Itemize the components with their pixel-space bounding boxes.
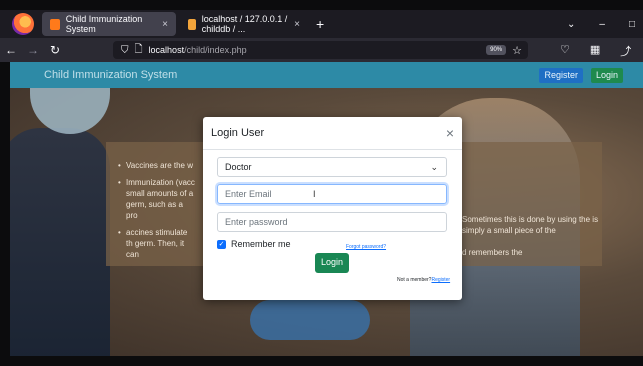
email-placeholder: Enter Email xyxy=(225,189,272,199)
tab-child-immunization[interactable]: Child Immunization System × xyxy=(42,12,176,36)
site-brand[interactable]: Child Immunization System xyxy=(44,69,177,81)
pocket-icon[interactable]: ♡ xyxy=(560,43,570,59)
member-text: Not a member?Register xyxy=(397,277,450,283)
register-link[interactable]: Register xyxy=(431,277,450,283)
email-input[interactable]: Enter Email I xyxy=(217,184,447,204)
url-host: localhost xyxy=(148,45,185,55)
close-icon[interactable]: × xyxy=(446,125,454,141)
tracking-shield-icon[interactable]: ⛉ xyxy=(121,45,129,56)
back-icon[interactable]: ← xyxy=(0,43,22,57)
register-button[interactable]: Register xyxy=(539,67,583,83)
url-path: /child/index.php xyxy=(184,45,247,55)
remember-me[interactable]: ✓ Remember me xyxy=(217,239,291,249)
info-fragment: Sometimes this is done by using the is s… xyxy=(462,215,599,235)
info-bullets: Vaccines are the w Immunization (vacc sm… xyxy=(106,142,196,260)
url-bar[interactable]: ⛉ 🗋 localhost /child/index.php 90% ☆ xyxy=(113,41,528,59)
role-select-value: Doctor xyxy=(225,162,252,172)
maximize-icon[interactable]: □ xyxy=(629,19,635,30)
zoom-indicator[interactable]: 90% xyxy=(486,45,507,55)
firefox-icon xyxy=(12,13,34,35)
toolbar-right-icons: ♡ ▦ ⤴ ≡ xyxy=(560,43,643,59)
chevron-down-icon: ⌄ xyxy=(430,161,438,172)
text-cursor-icon: I xyxy=(313,189,316,199)
member-prompt: Not a member? xyxy=(397,277,432,283)
password-placeholder: Enter password xyxy=(225,217,288,227)
reload-icon[interactable]: ↻ xyxy=(44,43,66,57)
share-icon[interactable]: ⤴ xyxy=(620,43,631,59)
info-bullet: Vaccines are the w xyxy=(118,160,196,171)
info-right-text: Sometimes this is done by using the is s… xyxy=(462,214,602,269)
info-bullet: Immunization (vacc small amounts of a ge… xyxy=(118,177,196,221)
remember-checkbox[interactable]: ✓ xyxy=(217,239,226,249)
tab-label: localhost / 127.0.0.1 / childdb / ... xyxy=(201,14,288,34)
tab-label: Child Immunization System xyxy=(65,14,143,34)
login-submit-button[interactable]: Login xyxy=(315,253,350,273)
close-tab-icon[interactable]: × xyxy=(162,19,168,30)
forward-icon[interactable]: → xyxy=(22,43,44,57)
remember-label: Remember me xyxy=(231,239,291,249)
new-tab-button[interactable]: + xyxy=(316,16,324,32)
minimize-icon[interactable]: – xyxy=(599,19,605,30)
doctor-figure xyxy=(10,128,110,356)
login-button[interactable]: Login xyxy=(590,67,623,83)
login-modal: Login User × Doctor ⌄ Enter Email I Ente… xyxy=(203,117,462,300)
glove-hand xyxy=(250,300,370,340)
forgot-password-link[interactable]: Forgot password? xyxy=(346,244,386,250)
page-info-icon[interactable]: 🗋 xyxy=(135,42,143,59)
info-bullet: accines stimulate th germ. Then, it can xyxy=(118,227,196,260)
modal-header: Login User × xyxy=(203,117,462,150)
info-fragment: d remembers the xyxy=(462,248,523,257)
modal-title: Login User xyxy=(211,127,265,139)
browser-window: Child Immunization System × localhost / … xyxy=(0,0,643,366)
extensions-icon[interactable]: ▦ xyxy=(590,43,600,59)
tab-phpmyadmin[interactable]: localhost / 127.0.0.1 / childdb / ... × xyxy=(180,12,308,36)
password-input[interactable]: Enter password xyxy=(217,212,447,232)
bookmark-star-icon[interactable]: ☆ xyxy=(512,44,522,57)
close-tab-icon[interactable]: × xyxy=(294,19,300,30)
window-controls: ⌄ – □ xyxy=(567,19,635,30)
site-favicon-icon xyxy=(50,18,60,30)
role-select[interactable]: Doctor ⌄ xyxy=(217,157,447,177)
phpmyadmin-favicon-icon xyxy=(188,18,196,30)
list-all-tabs-icon[interactable]: ⌄ xyxy=(567,19,575,30)
navigation-toolbar: ← → ↻ ⛉ 🗋 localhost /child/index.php 90%… xyxy=(0,38,643,62)
tab-bar: Child Immunization System × localhost / … xyxy=(0,10,643,38)
site-navbar: Child Immunization System Register Login xyxy=(10,62,643,88)
